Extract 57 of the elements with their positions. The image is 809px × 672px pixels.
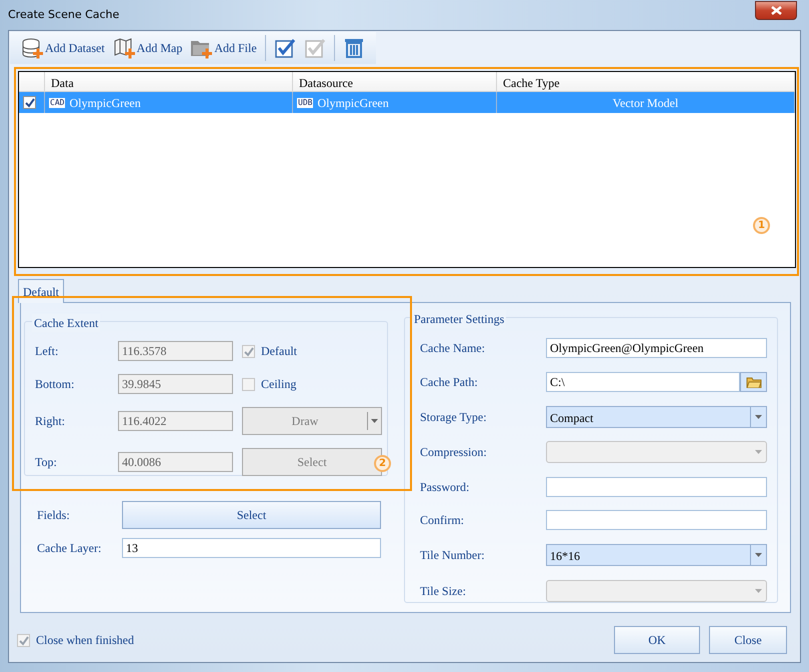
input-field[interactable]: 13 [122, 538, 381, 558]
toolbar-button[interactable]: Add Map [110, 34, 186, 62]
caret-icon [371, 419, 378, 423]
checkbox-icon[interactable] [274, 37, 296, 59]
caret-icon [755, 414, 762, 419]
checkbox-icon[interactable] [304, 37, 326, 59]
dataset-type-icon: CAD [49, 98, 66, 108]
caret-icon [754, 450, 762, 454]
field-label: Cache Layer: [37, 540, 102, 557]
select-button[interactable]: Select [122, 501, 381, 529]
column-header[interactable]: Data [45, 72, 293, 92]
dropdown[interactable]: 16*16 [546, 544, 767, 566]
close-icon [770, 6, 782, 14]
field-label: Top: [35, 454, 58, 471]
checkbox[interactable] [23, 96, 36, 109]
toolbar-button[interactable]: Add File [187, 34, 260, 62]
field-label: Cache Path: [420, 374, 479, 391]
close-button[interactable] [755, 0, 797, 20]
column-header[interactable]: Cache Type [497, 72, 795, 92]
field-label: Bottom: [35, 376, 76, 393]
input-field[interactable]: C:\ [546, 372, 740, 392]
field-label: Tile Number: [420, 547, 486, 564]
dropdown[interactable]: Compact [546, 406, 767, 428]
window-title: Create Scene Cache [8, 6, 120, 23]
field-label: Compression: [420, 444, 488, 462]
field-label: Right: [35, 413, 66, 430]
table-cell-text: OlympicGreen [317, 94, 389, 112]
trash-icon[interactable] [342, 37, 365, 59]
checkbox-label: Ceiling [261, 376, 296, 393]
table-cell-text: Vector Model [612, 94, 678, 112]
header-cell [19, 72, 45, 92]
input-field[interactable] [546, 476, 767, 497]
table-cell-text: OlympicGreen [69, 94, 141, 112]
checkbox-label: Default [261, 343, 297, 360]
browse-button[interactable] [740, 372, 767, 392]
input-field[interactable]: OlympicGreen@OlympicGreen [546, 338, 767, 358]
checkbox-label: Close when finished [36, 632, 134, 649]
caret-icon [754, 588, 762, 593]
map-icon [112, 37, 135, 59]
table-row[interactable]: CAD OlympicGreen UDB OlympicGreen Vector Model [19, 92, 795, 113]
datasource-icon: UDB [297, 98, 314, 108]
dialog-button[interactable]: OK [614, 626, 700, 654]
column-header[interactable]: Datasource [293, 72, 497, 92]
folder-icon [746, 376, 762, 388]
field-label: Password: [420, 478, 470, 496]
field-label: Cache Name: [420, 340, 486, 358]
field-label: Confirm: [420, 512, 465, 530]
database-icon [21, 37, 43, 59]
field-label: Storage Type: [420, 408, 488, 426]
toolbar-button[interactable]: Add Dataset [18, 34, 108, 62]
input-field[interactable] [546, 510, 767, 530]
field-label: Tile Size: [420, 582, 467, 600]
field-label: Left: [35, 343, 60, 360]
field-label: Fields: [37, 507, 71, 524]
dialog-button[interactable]: Close [709, 626, 787, 654]
tab[interactable]: Default [18, 279, 64, 303]
caret-icon [755, 553, 762, 558]
